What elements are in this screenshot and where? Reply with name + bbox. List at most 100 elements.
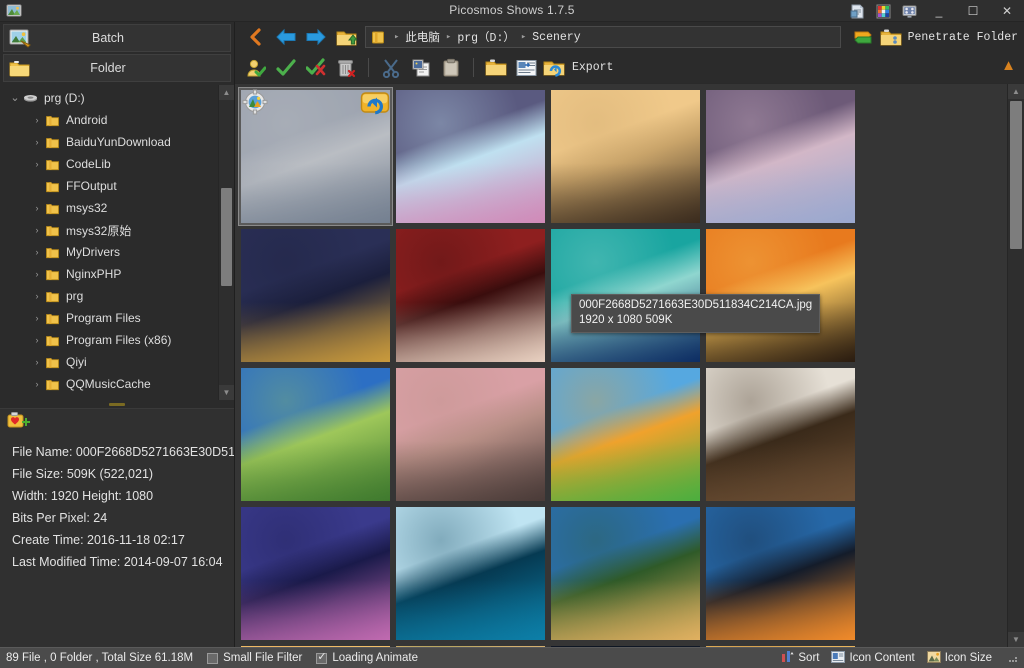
select-all-check-icon[interactable] bbox=[271, 55, 301, 81]
tree-item-prg-d[interactable]: ⌄prg (D:) bbox=[0, 87, 218, 109]
tree-item-qt[interactable]: ›Qt bbox=[0, 395, 218, 400]
thumbnail-image[interactable] bbox=[241, 229, 390, 362]
tree-scroll-track[interactable] bbox=[219, 100, 234, 385]
breadcrumb-item-0[interactable]: 此电脑 bbox=[405, 29, 440, 45]
chevron-right-icon[interactable]: › bbox=[30, 115, 44, 125]
edit-gear-icon[interactable] bbox=[241, 89, 271, 115]
tree-item-nginxphp[interactable]: ›NginxPHP bbox=[0, 263, 218, 285]
thumbnail-cell[interactable] bbox=[548, 87, 703, 226]
export-label[interactable]: Export bbox=[572, 61, 613, 74]
chevron-right-icon[interactable]: › bbox=[30, 291, 44, 301]
batch-button[interactable]: Batch bbox=[3, 24, 231, 52]
tree-item-android[interactable]: ›Android bbox=[0, 109, 218, 131]
thumbnail-cell[interactable] bbox=[548, 365, 703, 504]
refresh-green-icon[interactable] bbox=[848, 24, 878, 50]
thumbnail-image[interactable] bbox=[241, 368, 390, 501]
thumbnail-image[interactable] bbox=[396, 646, 545, 647]
new-folder-icon[interactable] bbox=[481, 55, 511, 81]
tree-item-ffoutput[interactable]: FFOutput bbox=[0, 175, 218, 197]
thumbnail-image[interactable] bbox=[706, 368, 855, 501]
tree-item-baiduyundownload[interactable]: ›BaiduYunDownload bbox=[0, 131, 218, 153]
chevron-right-icon[interactable]: › bbox=[30, 137, 44, 147]
thumbnail-image[interactable] bbox=[551, 90, 700, 223]
arrow-right-icon[interactable] bbox=[301, 24, 331, 50]
breadcrumb-item-1[interactable]: prg（D:） bbox=[457, 29, 515, 45]
small-file-filter-checkbox[interactable]: Small File Filter bbox=[207, 652, 302, 664]
penetrate-folder-icon[interactable] bbox=[878, 24, 904, 50]
folder-up-icon[interactable] bbox=[331, 24, 361, 50]
panel-splitter[interactable] bbox=[0, 400, 234, 408]
chevron-right-icon[interactable]: › bbox=[30, 379, 44, 389]
back-orange-icon[interactable] bbox=[241, 24, 271, 50]
chevron-right-icon[interactable]: › bbox=[30, 269, 44, 279]
icon-size-button[interactable]: Icon Size bbox=[927, 651, 992, 666]
arrow-left-icon[interactable] bbox=[271, 24, 301, 50]
thumbnail-cell[interactable] bbox=[703, 643, 858, 647]
minimize-button[interactable]: _ bbox=[922, 0, 956, 22]
favorite-add-icon[interactable] bbox=[7, 411, 31, 433]
grid-scroll-thumb[interactable] bbox=[1010, 101, 1022, 249]
maximize-button[interactable]: ☐ bbox=[956, 0, 990, 22]
collapse-toolbar-icon[interactable]: ▲ bbox=[1001, 58, 1016, 73]
thumbnail-cell[interactable] bbox=[548, 643, 703, 647]
thumbnail-image[interactable] bbox=[396, 368, 545, 501]
icon-content-button[interactable]: Icon Content bbox=[831, 651, 914, 666]
thumbnail-grid[interactable] bbox=[235, 84, 1007, 647]
thumbnail-image[interactable] bbox=[706, 90, 855, 223]
grid-scroll-track[interactable] bbox=[1008, 99, 1024, 632]
tree-scroll-thumb[interactable] bbox=[221, 188, 232, 286]
thumbnail-image[interactable] bbox=[241, 507, 390, 640]
thumbnail-cell[interactable] bbox=[238, 504, 393, 643]
thumbnail-cell[interactable] bbox=[393, 226, 548, 365]
thumbnail-cell[interactable] bbox=[393, 365, 548, 504]
chevron-right-icon[interactable]: › bbox=[30, 225, 44, 235]
palette-icon[interactable] bbox=[870, 0, 896, 22]
thumbnail-image[interactable] bbox=[241, 646, 390, 647]
tree-item-qqmusiccache[interactable]: ›QQMusicCache bbox=[0, 373, 218, 395]
thumbnail-cell[interactable] bbox=[393, 643, 548, 647]
tree-item-codelib[interactable]: ›CodeLib bbox=[0, 153, 218, 175]
breadcrumb-item-2[interactable]: Scenery bbox=[532, 31, 580, 44]
loading-animate-checkbox[interactable]: Loading Animate bbox=[316, 652, 418, 664]
sort-button[interactable]: Sort bbox=[781, 650, 819, 666]
tree-item-program-files-x86[interactable]: ›Program Files (x86) bbox=[0, 329, 218, 351]
thumbnail-image[interactable] bbox=[706, 646, 855, 647]
tree-item-program-files[interactable]: ›Program Files bbox=[0, 307, 218, 329]
copy-icon[interactable] bbox=[406, 55, 436, 81]
thumbnail-cell[interactable] bbox=[238, 365, 393, 504]
tree-item-prg[interactable]: ›prg bbox=[0, 285, 218, 307]
folder-button[interactable]: Folder bbox=[3, 54, 231, 82]
thumbnail-cell[interactable] bbox=[238, 643, 393, 647]
thumbnail-cell[interactable] bbox=[238, 87, 393, 226]
resize-grip-icon[interactable] bbox=[1008, 653, 1018, 663]
deselect-all-icon[interactable] bbox=[301, 55, 331, 81]
export-icon[interactable] bbox=[541, 55, 567, 81]
thumbnail-cell[interactable] bbox=[703, 87, 858, 226]
tree-item-mydrivers[interactable]: ›MyDrivers bbox=[0, 241, 218, 263]
document-icon[interactable] bbox=[844, 0, 870, 22]
rotate-icon[interactable] bbox=[360, 89, 390, 115]
thumbnail-cell[interactable] bbox=[548, 504, 703, 643]
grid-scrollbar[interactable]: ▲ ▼ bbox=[1007, 84, 1024, 647]
thumbnail-image[interactable] bbox=[396, 229, 545, 362]
grid-scroll-down-icon[interactable]: ▼ bbox=[1008, 632, 1024, 647]
close-button[interactable]: ✕ bbox=[990, 0, 1024, 22]
address-bar[interactable]: ▸ 此电脑 ▸ prg（D:） ▸ Scenery bbox=[365, 26, 841, 48]
chevron-right-icon[interactable]: › bbox=[30, 203, 44, 213]
delete-trash-icon[interactable] bbox=[331, 55, 361, 81]
thumbnail-image[interactable] bbox=[551, 507, 700, 640]
chevron-right-icon[interactable]: › bbox=[30, 159, 44, 169]
scroll-up-icon[interactable]: ▲ bbox=[219, 85, 234, 100]
penetrate-folder-label[interactable]: Penetrate Folder bbox=[908, 31, 1018, 44]
small-file-filter-box[interactable] bbox=[207, 653, 218, 664]
thumbnail-cell[interactable] bbox=[393, 87, 548, 226]
scroll-down-icon[interactable]: ▼ bbox=[219, 385, 234, 400]
thumbnail-cell[interactable] bbox=[703, 365, 858, 504]
loading-animate-box[interactable] bbox=[316, 653, 327, 664]
thumbnail-cell[interactable] bbox=[703, 504, 858, 643]
chevron-down-icon[interactable]: ⌄ bbox=[8, 94, 22, 102]
chevron-right-icon[interactable]: › bbox=[30, 313, 44, 323]
chevron-right-icon[interactable]: › bbox=[30, 335, 44, 345]
tree-item-msys32[interactable]: ›msys32原始 bbox=[0, 219, 218, 241]
thumbnail-image[interactable] bbox=[396, 90, 545, 223]
